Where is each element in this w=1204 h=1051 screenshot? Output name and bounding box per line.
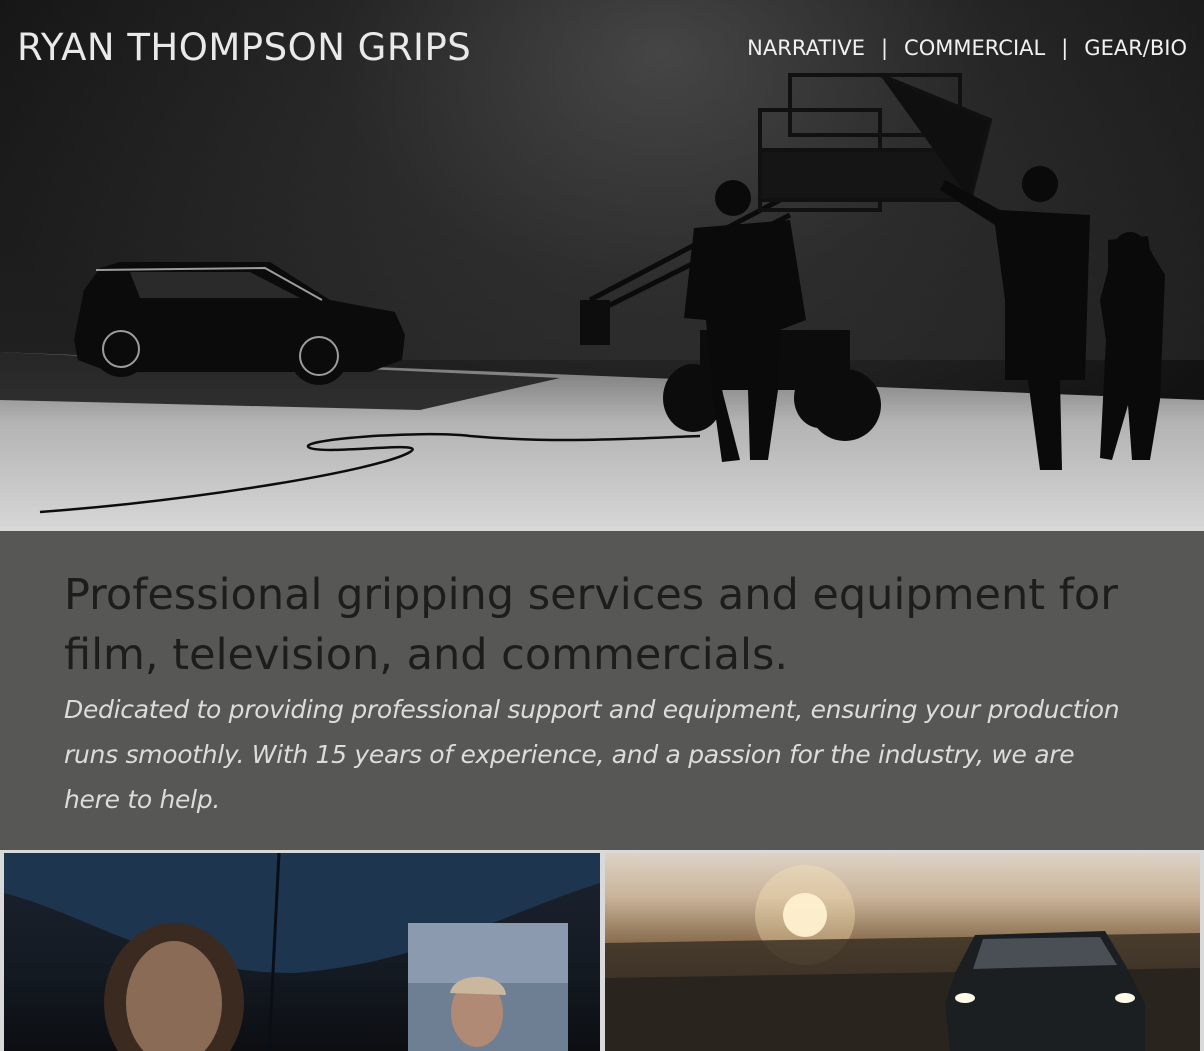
narrative-project-tile[interactable] (4, 853, 600, 1051)
intro-section: Professional gripping services and equip… (0, 531, 1204, 850)
intro-headline: Professional gripping services and equip… (64, 570, 1118, 680)
nav-link-commercial[interactable]: COMMERCIAL (904, 36, 1045, 60)
nav-link-gear-bio[interactable]: GEAR/BIO (1084, 36, 1187, 60)
commercial-still-image (605, 865, 1200, 1051)
nav-separator: | (880, 36, 889, 60)
commercial-project-tile[interactable] (605, 853, 1200, 1051)
nav-separator: | (1061, 36, 1069, 60)
intro-subtext: Dedicated to providing professional supp… (64, 695, 1120, 814)
hero-photo-crew-with-camera-crane (0, 0, 1204, 527)
nav-link-narrative[interactable]: NARRATIVE (747, 36, 865, 60)
narrative-still-image (4, 853, 600, 1051)
site-title-logo[interactable]: RYAN THOMPSON GRIPS (17, 26, 471, 69)
main-nav: NARRATIVE | COMMERCIAL | GEAR/BIO (747, 36, 1187, 60)
hero-banner: RYAN THOMPSON GRIPS NARRATIVE | COMMERCI… (0, 0, 1204, 527)
